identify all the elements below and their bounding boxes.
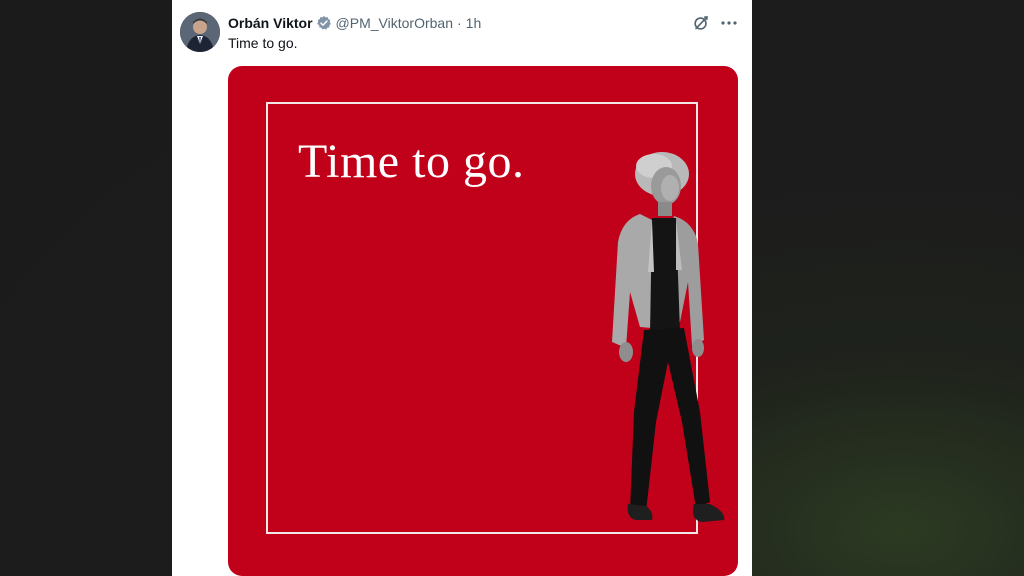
tweet-media-image[interactable]: Time to go.: [228, 66, 738, 576]
verified-badge-icon: [316, 15, 332, 31]
author-avatar[interactable]: [180, 12, 220, 52]
tweet-header: Orbán Viktor @PM_ViktorOrban · 1h: [228, 13, 481, 33]
author-handle[interactable]: @PM_ViktorOrban: [336, 15, 453, 31]
grok-icon[interactable]: [692, 14, 710, 32]
tweet-text: Time to go.: [228, 35, 298, 51]
header-separator: ·: [457, 15, 462, 31]
avatar-portrait: [180, 12, 220, 52]
tweet-card[interactable]: Orbán Viktor @PM_ViktorOrban · 1h Time t…: [172, 0, 752, 576]
tweet-timestamp[interactable]: 1h: [466, 15, 482, 31]
more-options-icon[interactable]: [720, 14, 738, 32]
walking-woman-photo: [600, 152, 730, 538]
media-headline: Time to go.: [298, 135, 525, 188]
author-display-name[interactable]: Orbán Viktor: [228, 15, 313, 31]
